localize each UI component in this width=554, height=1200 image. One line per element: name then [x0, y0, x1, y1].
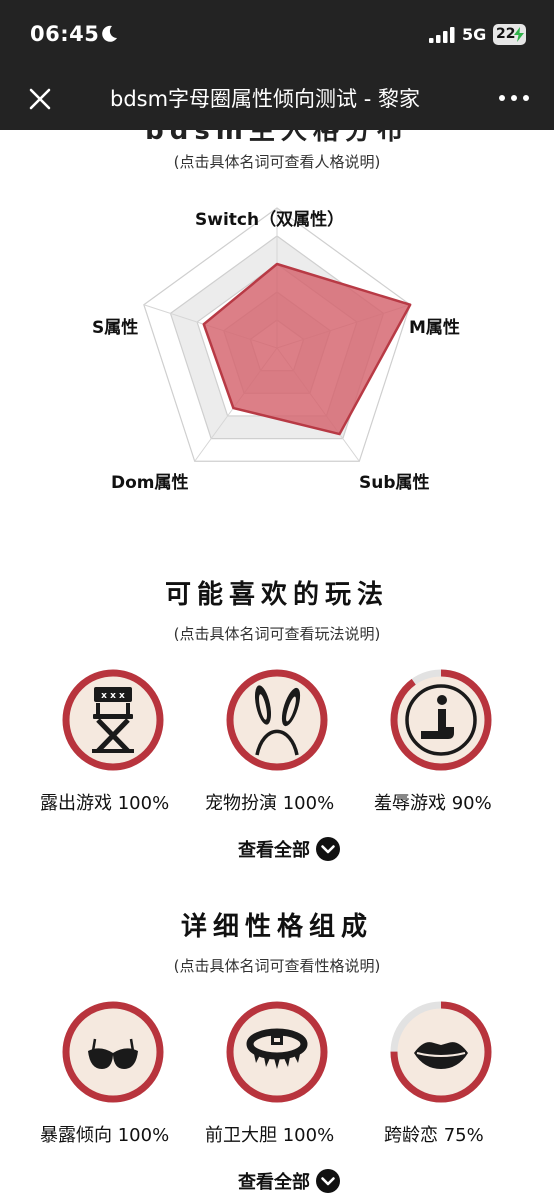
chevron-down-icon [316, 1169, 340, 1193]
badge-label-bold[interactable]: 前卫大胆 100% [205, 1121, 334, 1147]
radar-hint: (点击具体名词可查看人格说明) [173, 153, 381, 171]
badge-exposure-game[interactable]: x x x [60, 667, 166, 773]
badge-age-gap[interactable] [388, 999, 494, 1105]
radar-label-sub[interactable]: Sub属性 [359, 468, 430, 493]
trait-section-title: 详细性格组成 [180, 912, 373, 942]
svg-text:x x x: x x x [101, 691, 125, 701]
badge-exhibitionism[interactable] [60, 999, 166, 1105]
radar-label-s[interactable]: S属性 [92, 313, 138, 338]
radar-label-switch[interactable]: Switch（双属性） [195, 205, 344, 230]
signal-icon [429, 27, 455, 43]
personality-radar-chart [143, 207, 412, 462]
play-section-title: 可能喜欢的玩法 [164, 580, 389, 610]
badge-label-age-gap[interactable]: 跨龄恋 75% [384, 1121, 484, 1147]
badge-label-exhibitionism[interactable]: 暴露倾向 100% [40, 1121, 169, 1147]
trait-hint: (点击具体名词可查看性格说明) [173, 957, 381, 975]
view-all-play-button[interactable]: 查看全部 [238, 836, 340, 862]
more-options-icon[interactable] [497, 86, 531, 110]
battery-indicator: 22 [493, 24, 526, 45]
top-chrome: 06:45 5G 22 bdsm字母圈属性倾向测试 - 黎家 [0, 0, 554, 130]
view-all-traits-button[interactable]: 查看全部 [238, 1168, 340, 1194]
play-hint: (点击具体名词可查看玩法说明) [173, 625, 381, 643]
close-icon[interactable] [25, 84, 55, 114]
view-all-traits-label: 查看全部 [238, 1172, 310, 1193]
battery-level: 22 [496, 26, 516, 42]
badge-bold[interactable] [224, 999, 330, 1105]
charging-bolt-icon [514, 27, 524, 42]
badge-label-pet-play[interactable]: 宠物扮演 100% [205, 789, 334, 815]
chevron-down-icon [316, 837, 340, 861]
radar-label-m[interactable]: M属性 [409, 313, 460, 338]
badge-label-humiliation-game[interactable]: 羞辱游戏 90% [374, 789, 492, 815]
moon-icon [102, 25, 117, 42]
view-all-play-label: 查看全部 [238, 840, 310, 861]
page-title: bdsm字母圈属性倾向测试 - 黎家 [110, 87, 420, 111]
status-time: 06:45 [30, 22, 100, 46]
badge-label-exposure-game[interactable]: 露出游戏 100% [40, 789, 169, 815]
badge-pet-play[interactable] [224, 667, 330, 773]
network-type: 5G [462, 25, 487, 44]
badge-humiliation-game[interactable] [388, 667, 494, 773]
radar-label-dom[interactable]: Dom属性 [111, 468, 189, 493]
